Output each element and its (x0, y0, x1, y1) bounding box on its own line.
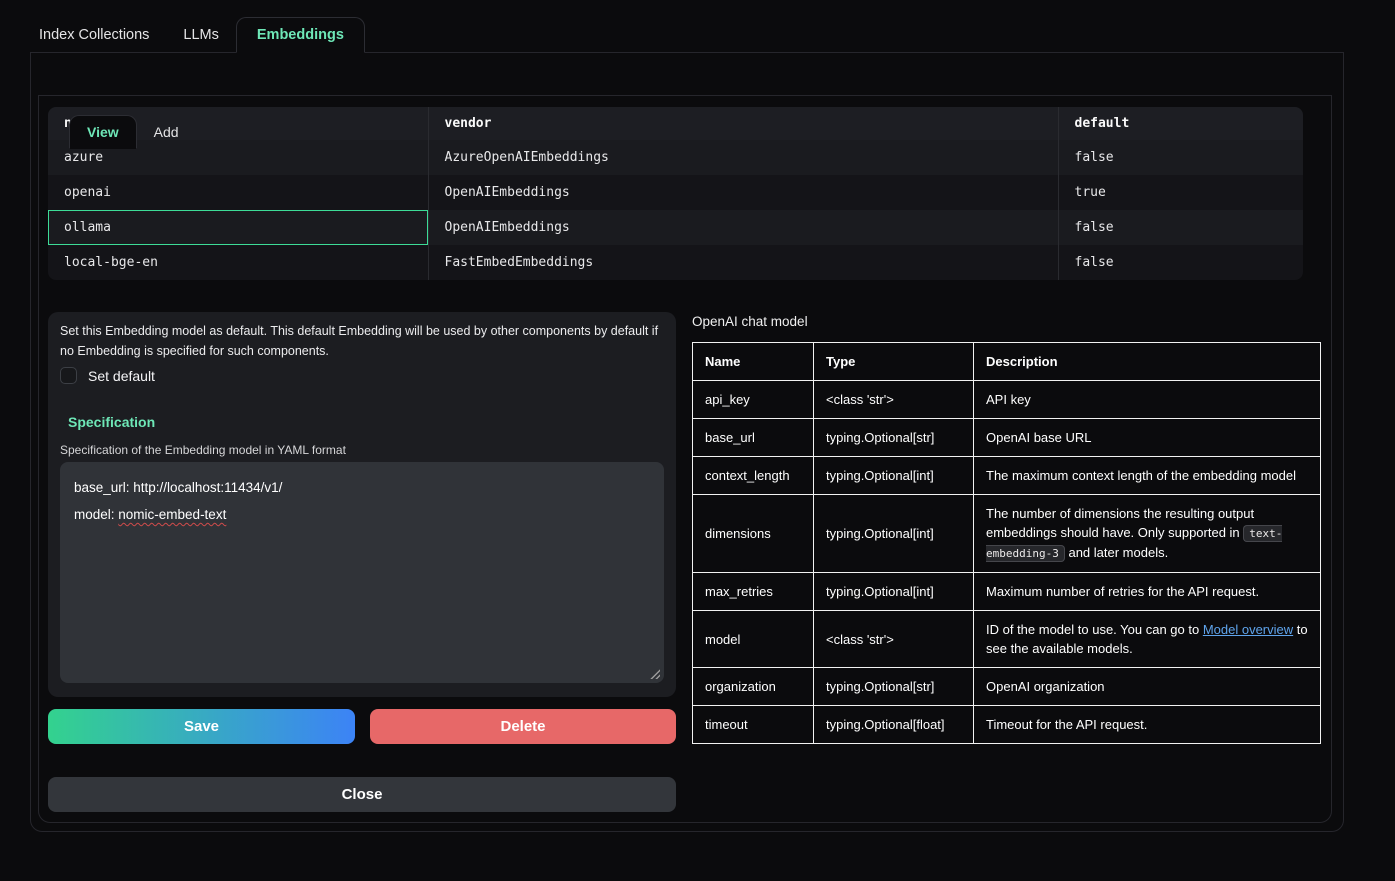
param-row-model: model <class 'str'> ID of the model to u… (693, 611, 1321, 668)
cell-default[interactable]: false (1058, 245, 1303, 280)
param-type: typing.Optional[float] (814, 706, 974, 744)
param-name: api_key (693, 381, 814, 419)
params-table-header: Name Type Description (693, 343, 1321, 381)
param-type: typing.Optional[int] (814, 573, 974, 611)
yaml-line-2: model: nomic-embed-text (74, 501, 650, 528)
param-row-api_key: api_key <class 'str'> API key (693, 381, 1321, 419)
set-default-checkbox[interactable] (60, 367, 77, 384)
cell-default[interactable]: false (1058, 140, 1303, 175)
app-root: Index Collections LLMs Embeddings View A… (0, 0, 1395, 881)
column-header-default: default (1058, 107, 1303, 140)
main-tabbar: Index Collections LLMs Embeddings (30, 17, 365, 53)
resize-handle-icon[interactable] (650, 669, 660, 679)
specification-title: Specification (68, 414, 155, 430)
spec-yaml-textarea[interactable]: base_url: http://localhost:11434/v1/ mod… (60, 462, 664, 683)
param-type: <class 'str'> (814, 381, 974, 419)
param-type: typing.Optional[int] (814, 457, 974, 495)
param-name: context_length (693, 457, 814, 495)
cell-vendor[interactable]: OpenAIEmbeddings (428, 210, 1058, 245)
table-row-local-bge-en[interactable]: local-bge-en FastEmbedEmbeddings false (48, 245, 1303, 280)
param-row-max_retries: max_retries typing.Optional[int] Maximum… (693, 573, 1321, 611)
column-header-description: Description (974, 343, 1321, 381)
param-type: typing.Optional[str] (814, 668, 974, 706)
param-name: max_retries (693, 573, 814, 611)
column-header-vendor: vendor (428, 107, 1058, 140)
param-desc: ID of the model to use. You can go to Mo… (974, 611, 1321, 668)
cell-default[interactable]: true (1058, 175, 1303, 210)
param-desc: The number of dimensions the resulting o… (974, 495, 1321, 573)
tab-embeddings[interactable]: Embeddings (236, 17, 365, 53)
param-type: typing.Optional[str] (814, 419, 974, 457)
param-row-organization: organization typing.Optional[str] OpenAI… (693, 668, 1321, 706)
cell-name[interactable]: openai (48, 175, 428, 210)
cell-vendor[interactable]: OpenAIEmbeddings (428, 175, 1058, 210)
param-desc: OpenAI base URL (974, 419, 1321, 457)
table-row-azure[interactable]: azure AzureOpenAIEmbeddings false (48, 140, 1303, 175)
set-default-checkbox-row[interactable]: Set default (60, 367, 155, 384)
param-name: organization (693, 668, 814, 706)
misspelled-word: nomic-embed-text (118, 507, 226, 522)
cell-default[interactable]: false (1058, 210, 1303, 245)
param-desc: The maximum context length of the embedd… (974, 457, 1321, 495)
param-name: dimensions (693, 495, 814, 573)
param-name: timeout (693, 706, 814, 744)
cell-name[interactable]: local-bge-en (48, 245, 428, 280)
tab-view[interactable]: View (69, 115, 137, 149)
docs-panel-title: OpenAI chat model (692, 314, 808, 329)
delete-button[interactable]: Delete (370, 709, 676, 744)
param-row-timeout: timeout typing.Optional[float] Timeout f… (693, 706, 1321, 744)
param-row-base_url: base_url typing.Optional[str] OpenAI bas… (693, 419, 1321, 457)
tab-index-collections[interactable]: Index Collections (30, 17, 166, 53)
view-panel: name vendor default azure AzureOpenAIEmb… (38, 95, 1332, 823)
tab-llms[interactable]: LLMs (166, 17, 235, 53)
column-header-type: Type (814, 343, 974, 381)
default-spec-panel: Set this Embedding model as default. Thi… (48, 312, 676, 697)
param-type: typing.Optional[int] (814, 495, 974, 573)
table-row-openai[interactable]: openai OpenAIEmbeddings true (48, 175, 1303, 210)
param-desc: OpenAI organization (974, 668, 1321, 706)
set-default-label: Set default (88, 368, 155, 384)
yaml-line-1: base_url: http://localhost:11434/v1/ (74, 474, 650, 501)
embeddings-table: name vendor default azure AzureOpenAIEmb… (48, 107, 1303, 280)
param-name: base_url (693, 419, 814, 457)
cell-vendor[interactable]: AzureOpenAIEmbeddings (428, 140, 1058, 175)
model-overview-link[interactable]: Model overview (1203, 622, 1293, 637)
param-type: <class 'str'> (814, 611, 974, 668)
cell-vendor[interactable]: FastEmbedEmbeddings (428, 245, 1058, 280)
param-desc: Timeout for the API request. (974, 706, 1321, 744)
param-desc: Maximum number of retries for the API re… (974, 573, 1321, 611)
set-default-description: Set this Embedding model as default. Thi… (60, 321, 660, 361)
embeddings-table-header: name vendor default (48, 107, 1303, 140)
model-params-table: Name Type Description api_key <class 'st… (692, 342, 1321, 744)
save-button[interactable]: Save (48, 709, 355, 744)
param-name: model (693, 611, 814, 668)
table-row-ollama-selected[interactable]: ollama OpenAIEmbeddings false (48, 210, 1303, 245)
tab-add[interactable]: Add (137, 115, 196, 149)
cell-name-selected[interactable]: ollama (48, 210, 428, 245)
embeddings-panel: View Add name vendor default azure Azure… (30, 52, 1344, 832)
column-header-name: Name (693, 343, 814, 381)
param-row-dimensions: dimensions typing.Optional[int] The numb… (693, 495, 1321, 573)
close-button[interactable]: Close (48, 777, 676, 812)
view-add-tabbar: View Add (69, 115, 196, 149)
specification-help-text: Specification of the Embedding model in … (60, 443, 346, 457)
param-row-context_length: context_length typing.Optional[int] The … (693, 457, 1321, 495)
param-desc: API key (974, 381, 1321, 419)
